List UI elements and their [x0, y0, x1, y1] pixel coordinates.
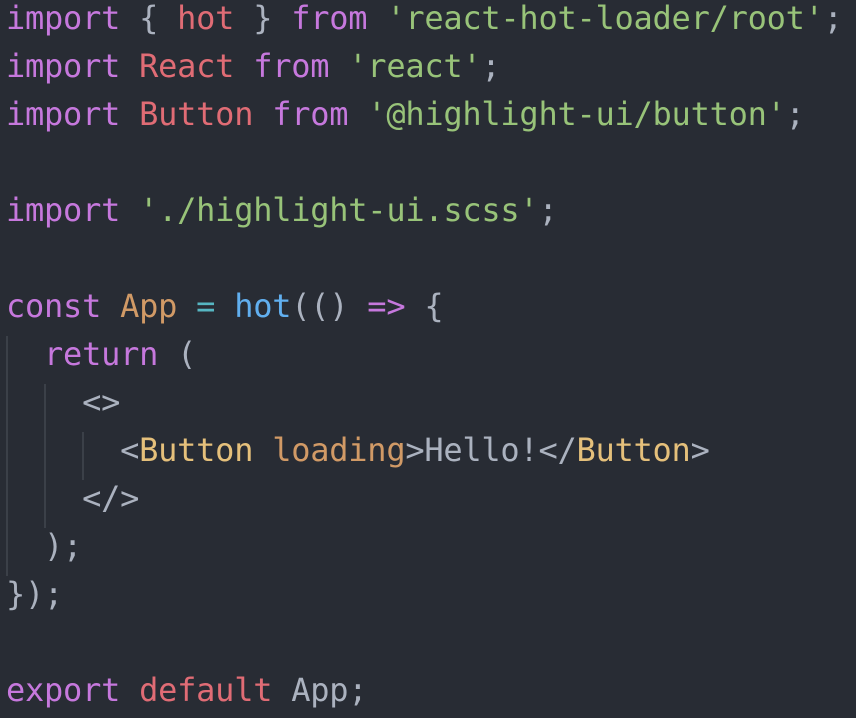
semicolon: ;	[481, 47, 501, 85]
code-line-1[interactable]: import { hot } from 'react-hot-loader/ro…	[6, 0, 843, 42]
code-line-5[interactable]: import './highlight-ui.scss';	[6, 186, 558, 234]
keyword-return: return	[44, 335, 159, 373]
keyword-import: import	[6, 47, 121, 85]
jsx-text: Hello!	[424, 431, 539, 469]
code-line-7[interactable]: const App = hot(() => {	[6, 282, 444, 330]
semicolon: ;	[823, 0, 843, 37]
code-line-3[interactable]: import Button from '@highlight-ui/button…	[6, 90, 805, 138]
code-line-8[interactable]: return (	[6, 330, 196, 378]
code-line-12[interactable]: );	[6, 522, 82, 570]
keyword-const: const	[6, 287, 102, 325]
operator-equals: =	[196, 287, 216, 325]
keyword-from: from	[272, 95, 349, 133]
jsx-bracket: >	[405, 431, 425, 469]
keyword-import: import	[6, 0, 121, 37]
punctuation: }	[234, 0, 292, 37]
jsx-bracket: >	[690, 431, 710, 469]
code-editor[interactable]: import { hot } from 'react-hot-loader/ro…	[0, 0, 856, 718]
keyword-export: export	[6, 671, 121, 709]
code-line-2[interactable]: import React from 'react';	[6, 42, 501, 90]
code-line-11[interactable]: </>	[6, 474, 139, 522]
keyword-import: import	[6, 191, 121, 229]
function-hot: hot	[234, 287, 292, 325]
string-literal: './highlight-ui.scss'	[139, 191, 539, 229]
keyword-from: from	[253, 47, 330, 85]
semicolon: ;	[785, 95, 805, 133]
semicolon: ;	[348, 671, 368, 709]
semicolon: ;	[538, 191, 558, 229]
close-brace: });	[6, 575, 64, 613]
code-line-13[interactable]: });	[6, 570, 63, 618]
open-brace: {	[424, 287, 444, 325]
parentheses: (()	[291, 287, 349, 325]
code-line-10[interactable]: <Button loading>Hello!</Button>	[6, 426, 710, 474]
arrow-operator: =>	[367, 287, 406, 325]
string-literal: 'react'	[348, 47, 482, 85]
identifier-hot: hot	[177, 0, 235, 37]
string-literal: 'react-hot-loader/root'	[386, 0, 824, 37]
jsx-fragment-close: </>	[82, 479, 140, 517]
close-paren: );	[44, 527, 83, 565]
jsx-bracket: </	[538, 431, 577, 469]
identifier-app: App	[291, 671, 349, 709]
keyword-from: from	[291, 0, 368, 37]
identifier-app: App	[120, 287, 178, 325]
identifier-button: Button	[139, 95, 254, 133]
code-line-9[interactable]: <>	[6, 378, 120, 426]
jsx-bracket: <	[120, 431, 140, 469]
string-literal: '@highlight-ui/button'	[367, 95, 786, 133]
identifier-react: React	[139, 47, 235, 85]
jsx-component-button: Button	[139, 431, 254, 469]
code-line-15[interactable]: export default App;	[6, 666, 368, 714]
keyword-default: default	[139, 671, 273, 709]
punctuation: {	[120, 0, 178, 37]
jsx-component-button: Button	[576, 431, 691, 469]
jsx-attribute-loading: loading	[272, 431, 406, 469]
jsx-fragment-open: <>	[82, 383, 121, 421]
keyword-import: import	[6, 95, 121, 133]
open-paren: (	[158, 335, 197, 373]
